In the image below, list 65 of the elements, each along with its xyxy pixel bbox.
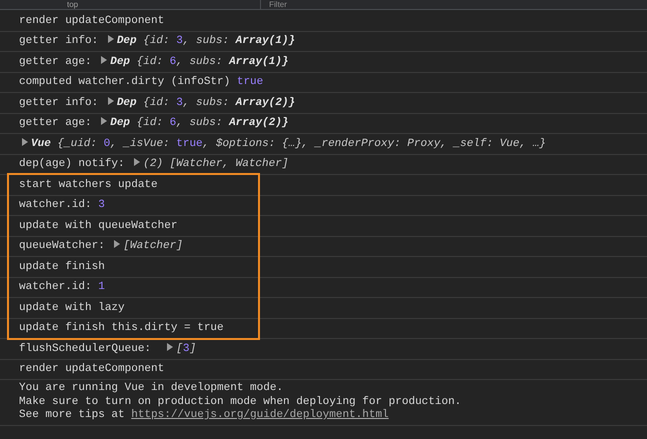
- object-text: , subs:: [176, 117, 224, 129]
- object-name: Vue: [31, 138, 52, 150]
- object-text: (2) [Watcher, Watcher]: [143, 158, 288, 170]
- log-text: update finish: [19, 260, 105, 272]
- log-text: getter age:: [19, 117, 93, 129]
- value-text: 6: [170, 56, 176, 68]
- object-text: [: [176, 342, 183, 354]
- log-text: watcher.id:: [19, 199, 93, 211]
- context-label[interactable]: top: [67, 0, 78, 9]
- object-name: Dep: [116, 35, 138, 47]
- expand-triangle-icon[interactable]: [114, 240, 120, 248]
- log-text: flushSchedulerQueue:: [19, 342, 152, 354]
- value-text: 3: [176, 96, 183, 108]
- log-text: dep(age) notify:: [19, 158, 126, 170]
- expand-triangle-icon[interactable]: [134, 158, 140, 166]
- object-text: , subs:: [182, 35, 230, 47]
- object-name: Array(2)}: [229, 117, 288, 129]
- value-text: 6: [170, 117, 176, 129]
- object-text: {_uid:: [57, 138, 98, 150]
- object-name: Dep: [116, 96, 138, 108]
- object-name: Dep: [110, 56, 132, 68]
- object-text: , $options: {…}, _renderProxy: Proxy, _self: Vue, …}: [202, 138, 546, 150]
- value-text: 0: [104, 138, 110, 150]
- value-text: true: [236, 76, 264, 88]
- log-text: See more tips at: [19, 409, 126, 421]
- object-text: {id:: [143, 35, 171, 47]
- object-name: Dep: [110, 117, 132, 129]
- log-text: queueWatcher:: [19, 240, 106, 252]
- expand-triangle-icon[interactable]: [108, 35, 114, 43]
- object-text: {id:: [136, 56, 164, 68]
- object-name: Array(1)}: [236, 35, 296, 47]
- expand-triangle-icon[interactable]: [167, 342, 174, 350]
- log-text: watcher.id:: [19, 281, 93, 293]
- object-text: , subs:: [182, 96, 230, 108]
- object-text: ]: [189, 342, 196, 354]
- object-text: [Watcher]: [123, 240, 183, 252]
- log-text: render updateComponent: [19, 363, 164, 375]
- log-text: computed watcher.dirty (infoStr): [19, 76, 232, 88]
- log-text: update with lazy: [19, 302, 125, 314]
- expand-triangle-icon[interactable]: [101, 117, 108, 125]
- value-text: 1: [98, 281, 105, 293]
- value-text: true: [176, 138, 203, 150]
- object-name: Array(1)}: [229, 56, 288, 68]
- expand-triangle-icon[interactable]: [22, 138, 28, 146]
- object-text: , subs:: [176, 56, 224, 68]
- object-name: Array(2)}: [236, 96, 296, 108]
- value-text: 3: [98, 199, 105, 211]
- log-text: You are running Vue in development mode.: [19, 382, 284, 394]
- log-text: render updateComponent: [19, 14, 164, 26]
- object-text: {id:: [143, 96, 171, 108]
- log-text: getter info:: [19, 96, 100, 108]
- log-text: Make sure to turn on production mode when deploying for production.: [19, 396, 462, 408]
- log-text: update with queueWatcher: [19, 220, 178, 232]
- filter-field[interactable]: Filter: [260, 0, 380, 9]
- object-text: , _isVue:: [110, 138, 171, 150]
- log-text: getter info:: [19, 35, 100, 47]
- log-text: getter age:: [19, 56, 93, 68]
- log-text: start watchers update: [19, 178, 158, 190]
- log-text: update finish this.dirty = true: [19, 322, 224, 334]
- expand-triangle-icon[interactable]: [101, 56, 108, 64]
- expand-triangle-icon[interactable]: [108, 96, 114, 104]
- docs-link[interactable]: https://vuejs.org/guide/deployment.html: [131, 409, 389, 421]
- value-text: 3: [176, 35, 183, 47]
- object-text: {id:: [136, 117, 164, 129]
- value-text: 3: [182, 342, 190, 354]
